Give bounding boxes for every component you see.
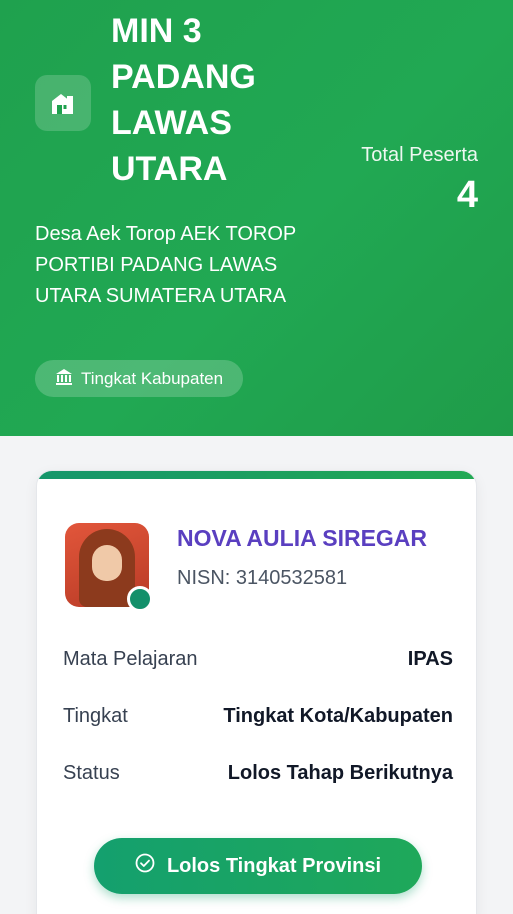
info-value: Tingkat Kota/Kabupaten bbox=[223, 705, 453, 727]
info-label: Mata Pelajaran bbox=[63, 648, 198, 670]
level-badge: Tingkat Kabupaten bbox=[35, 360, 244, 397]
result-button[interactable]: Lolos Tingkat Provinsi bbox=[94, 838, 422, 894]
participant-card[interactable]: NOVA AULIA SIREGAR NISN: 3140532581 Mata… bbox=[36, 470, 477, 914]
info-value: Lolos Tahap Berikutnya bbox=[227, 762, 453, 784]
card-accent-bar bbox=[37, 471, 476, 479]
school-icon bbox=[35, 75, 91, 131]
participant-nisn: NISN: 3140532581 bbox=[177, 567, 348, 589]
school-name: MIN 3 PADANG LAWAS UTARA bbox=[111, 12, 256, 188]
total-participants: Total Peserta 4 bbox=[358, 140, 478, 217]
participant-name: NOVA AULIA SIREGAR bbox=[177, 525, 428, 551]
school-header: MIN 3 PADANG LAWAS UTARA Total Peserta 4… bbox=[0, 0, 513, 436]
school-address: Desa Aek Torop AEK TOROP PORTIBI PADANG … bbox=[35, 223, 296, 307]
info-row-level: Tingkat Tingkat Kota/Kabupaten bbox=[63, 705, 453, 728]
info-value: IPAS bbox=[407, 648, 453, 670]
level-label: Tingkat Kabupaten bbox=[81, 368, 224, 388]
info-row-status: Status Lolos Tahap Berikutnya bbox=[63, 762, 453, 785]
total-count: 4 bbox=[456, 174, 478, 216]
check-circle-icon bbox=[135, 853, 155, 879]
info-label: Status bbox=[63, 762, 120, 784]
result-button-label: Lolos Tingkat Provinsi bbox=[166, 854, 382, 877]
total-label: Total Peserta bbox=[361, 144, 478, 166]
online-status-dot bbox=[127, 586, 153, 612]
info-label: Tingkat bbox=[63, 705, 128, 727]
building-icon bbox=[55, 368, 73, 390]
info-row-subject: Mata Pelajaran IPAS bbox=[63, 648, 453, 671]
